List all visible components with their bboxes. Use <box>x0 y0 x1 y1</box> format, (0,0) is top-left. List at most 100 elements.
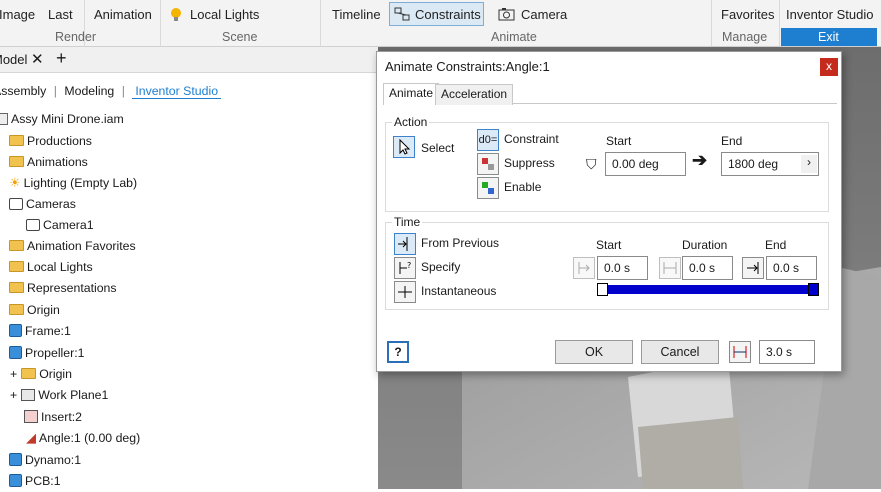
camera-icon <box>26 218 40 231</box>
tree-item-animations[interactable]: Animations <box>9 152 88 172</box>
select-label: Select <box>421 141 455 155</box>
tree-item-pcb[interactable]: PCB:1 <box>9 471 61 491</box>
browser-tab-bar: Model ✕ + <box>0 47 378 73</box>
constraint-option-icon[interactable]: d0= <box>477 129 499 151</box>
time-slider-track[interactable] <box>597 283 819 296</box>
part-icon <box>9 474 22 488</box>
instantaneous-icon[interactable] <box>394 281 416 303</box>
ribbon-separator <box>711 0 712 47</box>
tree-item-propeller[interactable]: Propeller:1 <box>9 343 84 363</box>
tree-item-propeller-origin[interactable]: + Origin <box>10 364 72 384</box>
tree-item-representations[interactable]: Representations <box>9 278 117 298</box>
model-browser: Model ✕ + Assembly | Modeling | Inventor… <box>0 47 378 489</box>
tree-item-cameras[interactable]: Cameras <box>9 194 76 214</box>
tree-item-dynamo[interactable]: Dynamo:1 <box>9 450 81 470</box>
insert-constraint-icon <box>24 410 38 424</box>
folder-icon <box>9 304 24 316</box>
tree-item-insert[interactable]: Insert:2 <box>24 407 82 427</box>
ribbon-animation-button[interactable]: Animation <box>94 7 152 22</box>
ribbon-timeline-button[interactable]: Timeline <box>332 7 381 22</box>
end-time-icon[interactable] <box>742 257 764 279</box>
time-end-input[interactable]: 0.0 s <box>766 256 817 280</box>
time-duration-input[interactable]: 0.0 s <box>682 256 733 280</box>
time-slider-fill <box>599 285 817 294</box>
action-end-label: End <box>721 134 743 148</box>
time-slider-start-handle[interactable] <box>597 283 608 296</box>
tab-animate[interactable]: Animate <box>383 83 440 105</box>
panel-label-exit[interactable]: Exit <box>818 30 839 44</box>
camera-icon <box>9 197 23 210</box>
help-icon[interactable]: ? <box>387 341 409 363</box>
ribbon-favorites-button[interactable]: Favorites <box>721 7 774 22</box>
expand-icon[interactable]: + <box>10 388 17 402</box>
tree-item-productions[interactable]: Productions <box>9 131 92 151</box>
measure-icon[interactable]: ⛉ <box>586 156 597 173</box>
work-plane-icon <box>21 388 36 401</box>
specify-label[interactable]: Specify <box>421 260 460 274</box>
time-end-label: End <box>765 238 787 252</box>
time-slider-end-handle[interactable] <box>808 283 819 296</box>
duration-icon[interactable] <box>659 257 681 279</box>
tree-item-lighting[interactable]: ☀ Lighting (Empty Lab) <box>9 173 137 193</box>
browser-view-tabs: Assembly | Modeling | Inventor Studio <box>0 84 222 99</box>
tab-divider: | <box>121 84 125 98</box>
ok-button[interactable]: OK <box>555 340 633 364</box>
start-time-icon[interactable] <box>573 257 595 279</box>
ribbon-separator <box>779 0 780 47</box>
ribbon-local-lights-button[interactable]: Local Lights <box>190 7 259 22</box>
camera-icon <box>498 7 515 24</box>
select-icon[interactable] <box>393 136 415 158</box>
panel-label-scene: Scene <box>222 30 258 44</box>
tree-item-origin[interactable]: Origin <box>9 300 60 320</box>
close-button[interactable]: x <box>820 58 838 76</box>
ribbon-inventor-studio-button[interactable]: Inventor Studio <box>786 7 873 22</box>
from-previous-icon[interactable] <box>394 233 416 255</box>
total-time-input[interactable]: 3.0 s <box>759 340 815 364</box>
sun-icon: ☀ <box>9 174 21 190</box>
action-group-label: Action <box>392 115 430 129</box>
expand-icon[interactable]: + <box>10 367 17 381</box>
action-start-label: Start <box>606 134 632 148</box>
angle-constraint-icon: ◢ <box>26 429 36 445</box>
star-folder-icon <box>9 240 24 252</box>
close-icon[interactable]: ✕ <box>31 50 44 68</box>
add-tab-icon[interactable]: + <box>56 48 67 69</box>
panel-label-animate: Animate <box>491 30 537 44</box>
ribbon-image-button[interactable]: Image <box>0 7 35 22</box>
cancel-button[interactable]: Cancel <box>641 340 719 364</box>
part-icon <box>9 346 22 360</box>
ribbon-constraints-button[interactable]: Constraints <box>415 7 481 22</box>
instantaneous-label[interactable]: Instantaneous <box>421 284 496 298</box>
tab-assembly[interactable]: Assembly <box>0 84 46 98</box>
browser-tab-model[interactable]: Model <box>0 52 27 67</box>
tree-item-angle[interactable]: ◢ Angle:1 (0.00 deg) <box>26 428 140 448</box>
dialog-title: Animate Constraints:Angle:1 <box>385 59 550 74</box>
part-icon <box>9 453 22 467</box>
chevron-right-icon[interactable]: › <box>801 155 817 173</box>
total-time-icon[interactable] <box>729 341 751 363</box>
tree-item-root[interactable]: Assy Mini Drone.iam <box>0 109 124 129</box>
enable-option-label[interactable]: Enable <box>504 180 541 194</box>
tab-modeling[interactable]: Modeling <box>64 84 114 98</box>
tab-inventor-studio[interactable]: Inventor Studio <box>132 84 222 99</box>
folder-icon <box>21 368 37 380</box>
suppress-option-label[interactable]: Suppress <box>504 156 555 170</box>
suppress-option-icon[interactable] <box>477 153 499 175</box>
enable-option-icon[interactable] <box>477 177 499 199</box>
ribbon: Image Last Animation Local Lights Timeli… <box>0 0 881 47</box>
animate-constraints-dialog: Animate Constraints:Angle:1 x Animate Ac… <box>376 51 842 372</box>
tab-acceleration[interactable]: Acceleration <box>435 84 514 105</box>
tree-item-local-lights[interactable]: Local Lights <box>9 257 93 277</box>
ribbon-last-button[interactable]: Last <box>48 7 73 22</box>
tree-item-work-plane[interactable]: + Work Plane1 <box>10 385 108 405</box>
action-start-input[interactable]: 0.00 deg <box>605 152 686 176</box>
specify-icon[interactable]: ? <box>394 257 416 279</box>
tree-item-camera1[interactable]: Camera1 <box>26 215 94 235</box>
from-previous-label[interactable]: From Previous <box>421 236 499 250</box>
tree-item-animation-favorites[interactable]: Animation Favorites <box>9 236 136 256</box>
constraint-option-label[interactable]: Constraint <box>504 132 559 146</box>
constraints-icon <box>394 7 410 24</box>
time-start-input[interactable]: 0.0 s <box>597 256 648 280</box>
ribbon-camera-button[interactable]: Camera <box>521 7 567 22</box>
tree-item-frame[interactable]: Frame:1 <box>9 321 71 341</box>
